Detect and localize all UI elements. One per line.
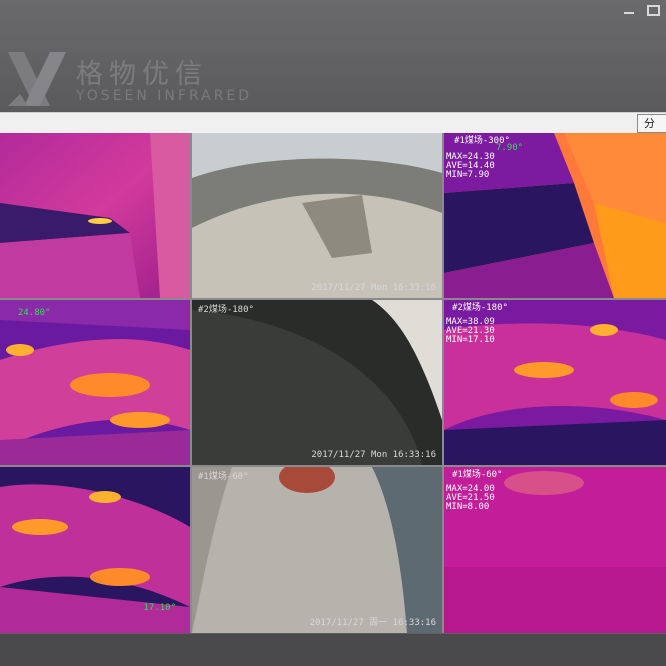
camera-timestamp: 2017/11/27 周一 16:33:16 bbox=[309, 618, 436, 628]
bottom-bar bbox=[0, 634, 666, 666]
camera-view-4[interactable]: 24.80° bbox=[0, 300, 190, 465]
camera-view-3[interactable]: #1煤场-300° 7.90° MAX=24.30 AVE=14.40 MIN=… bbox=[444, 133, 666, 298]
camera-title: #1煤场-60° bbox=[198, 472, 249, 482]
camera-grid: 2017/11/27 Mon 16:33:16 #1煤场-300° 7.90° … bbox=[0, 133, 666, 633]
camera-title: #2煤场-180° bbox=[198, 305, 254, 315]
min-temperature: MIN=7.90 bbox=[446, 170, 490, 180]
yoseen-logo-icon bbox=[8, 52, 66, 106]
camera-title: #1煤场-60° bbox=[452, 470, 503, 480]
spot-temperature: 7.90° bbox=[496, 143, 524, 153]
brand-name-english: YOSEEN INFRARED bbox=[76, 88, 253, 104]
visible-image bbox=[192, 300, 442, 465]
camera-view-1[interactable] bbox=[0, 133, 190, 298]
visible-image bbox=[192, 467, 442, 633]
camera-view-6[interactable]: #2煤场-180° MAX=38.09 AVE=21.30 MIN=17.10 bbox=[444, 300, 666, 465]
brand-name-chinese: 格物优信 bbox=[76, 59, 208, 90]
spot-temperature: 17.10° bbox=[143, 603, 176, 613]
restore-icon[interactable] bbox=[646, 4, 660, 16]
camera-view-2[interactable]: 2017/11/27 Mon 16:33:16 bbox=[192, 133, 442, 298]
camera-view-8[interactable]: #1煤场-60° 2017/11/27 周一 16:33:16 bbox=[192, 467, 442, 633]
thermal-image bbox=[0, 300, 190, 465]
minimize-icon[interactable] bbox=[622, 4, 636, 16]
title-bar: 格物优信 YOSEEN INFRARED bbox=[0, 0, 666, 112]
camera-view-5[interactable]: #2煤场-180° 2017/11/27 Mon 16:33:16 bbox=[192, 300, 442, 465]
thermal-image bbox=[0, 133, 190, 298]
camera-timestamp: 2017/11/27 Mon 16:33:16 bbox=[311, 450, 436, 460]
visible-image bbox=[192, 133, 442, 298]
spot-temperature: 24.80° bbox=[18, 308, 51, 318]
min-temperature: MIN=17.10 bbox=[446, 335, 495, 345]
split-button[interactable]: 分 bbox=[637, 114, 666, 133]
min-temperature: MIN=8.00 bbox=[446, 502, 490, 512]
camera-view-9[interactable]: #1煤场-60° MAX=24.00 AVE=21.50 MIN=8.00 bbox=[444, 467, 666, 633]
camera-title: #2煤场-180° bbox=[452, 303, 508, 313]
camera-timestamp: 2017/11/27 Mon 16:33:16 bbox=[311, 283, 436, 293]
camera-view-7[interactable]: 17.10° bbox=[0, 467, 190, 633]
window-controls bbox=[622, 4, 660, 16]
toolbar: 分 bbox=[0, 112, 666, 134]
